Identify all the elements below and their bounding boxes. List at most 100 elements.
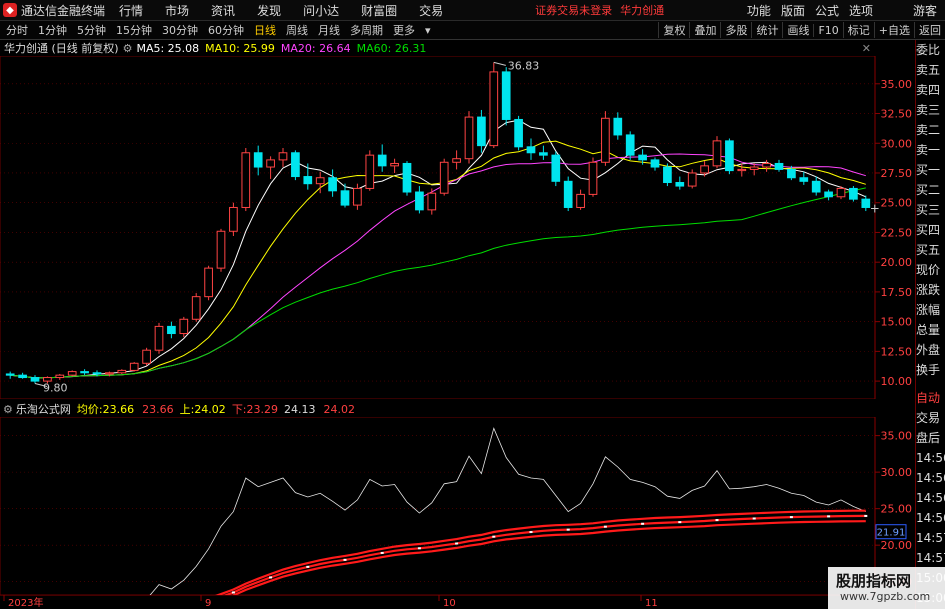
tab-more[interactable]: 更多 <box>393 22 415 38</box>
settings-gear-icon[interactable]: ⚙ <box>123 42 133 55</box>
candle[interactable] <box>613 112 623 140</box>
candle[interactable] <box>774 159 784 172</box>
candle[interactable] <box>650 157 660 171</box>
back-button[interactable]: 返回 <box>914 22 945 38</box>
tab-1min[interactable]: 1分钟 <box>38 22 67 38</box>
mark-button[interactable]: 标记 <box>842 22 874 38</box>
candle[interactable] <box>712 136 722 169</box>
candle[interactable] <box>675 176 685 190</box>
candle[interactable] <box>216 228 226 272</box>
candle[interactable] <box>501 67 511 126</box>
menu-item-options[interactable]: 选项 <box>849 2 873 19</box>
indicator-chart[interactable]: 15.0020.0025.0030.0035.00 21.91 <box>0 417 915 595</box>
candle[interactable] <box>80 369 89 376</box>
candle[interactable] <box>365 150 375 191</box>
candle[interactable] <box>687 169 697 189</box>
candle[interactable] <box>377 144 387 172</box>
candle[interactable] <box>737 163 747 177</box>
candle[interactable] <box>749 163 759 176</box>
tab-multi-period[interactable]: 多周期 <box>350 22 383 38</box>
candle[interactable] <box>253 145 263 176</box>
menu-item-market[interactable]: 市场 <box>165 2 189 19</box>
adjust-button[interactable]: 复权 <box>658 22 689 38</box>
candle[interactable] <box>191 293 201 322</box>
candle[interactable] <box>526 138 536 160</box>
candle[interactable] <box>625 131 635 160</box>
menu-item-news[interactable]: 资讯 <box>211 2 235 19</box>
tab-weekly[interactable]: 周线 <box>286 22 308 38</box>
candlestick-chart[interactable]: 10.00 12.50 15.00 17.50 20.00 22.50 25.00 27.50… <box>0 56 915 399</box>
candle[interactable] <box>539 145 548 160</box>
candle[interactable] <box>762 159 771 172</box>
tab-30min[interactable]: 30分钟 <box>162 22 198 38</box>
tab-60min[interactable]: 60分钟 <box>208 22 244 38</box>
add-watchlist-button[interactable]: +自选 <box>873 22 914 38</box>
tab-monthly[interactable]: 月线 <box>318 22 340 38</box>
candle[interactable] <box>725 138 734 175</box>
f10-button[interactable]: F10 <box>813 23 842 37</box>
candle[interactable] <box>663 163 672 187</box>
candle[interactable] <box>402 161 412 196</box>
multi-stock-button[interactable]: 多股 <box>720 22 751 38</box>
candle[interactable] <box>303 163 313 190</box>
menu-item-formula[interactable]: 公式 <box>815 2 839 19</box>
candle[interactable] <box>563 176 573 212</box>
candle[interactable] <box>30 375 40 384</box>
candle[interactable] <box>601 111 610 166</box>
tab-15min[interactable]: 15分钟 <box>116 22 152 38</box>
candle[interactable] <box>117 369 127 374</box>
candle[interactable] <box>799 171 809 185</box>
candle[interactable] <box>452 150 461 170</box>
candle[interactable] <box>588 157 598 197</box>
candle[interactable] <box>241 148 251 212</box>
menu-item-function[interactable]: 功能 <box>747 2 771 19</box>
candle[interactable] <box>836 186 846 200</box>
statistics-button[interactable]: 统计 <box>751 22 782 38</box>
candle[interactable] <box>291 150 300 181</box>
menu-item-wealth[interactable]: 财富圈 <box>361 2 397 19</box>
settings-gear-icon[interactable]: ⚙ <box>3 403 13 416</box>
candle[interactable] <box>415 186 424 214</box>
tab-daily[interactable]: 日线 <box>254 22 276 38</box>
tab-5min[interactable]: 5分钟 <box>77 22 106 38</box>
candle[interactable] <box>489 62 499 149</box>
candle[interactable] <box>439 158 449 196</box>
candle[interactable] <box>67 370 77 377</box>
menu-item-quotes[interactable]: 行情 <box>119 2 143 19</box>
menu-item-layout[interactable]: 版面 <box>781 2 805 19</box>
menu-item-trade[interactable]: 交易 <box>419 2 443 19</box>
candle[interactable] <box>427 188 437 215</box>
candle[interactable] <box>811 176 821 196</box>
menu-item-ask[interactable]: 问小达 <box>303 2 339 19</box>
candle[interactable] <box>167 321 176 339</box>
candle[interactable] <box>514 115 523 151</box>
candle[interactable] <box>204 265 213 301</box>
candle[interactable] <box>142 347 151 366</box>
candle[interactable] <box>55 373 65 380</box>
candle[interactable] <box>129 362 139 372</box>
chevron-down-icon[interactable]: ▾ <box>425 24 431 37</box>
candle[interactable] <box>551 151 561 187</box>
candle[interactable] <box>154 322 164 354</box>
close-icon[interactable]: ✕ <box>862 42 871 55</box>
candle[interactable] <box>328 169 337 197</box>
candle[interactable] <box>278 148 288 168</box>
candle[interactable] <box>861 195 871 212</box>
candle[interactable] <box>390 158 399 173</box>
candle[interactable] <box>824 189 833 201</box>
candle[interactable] <box>5 371 15 379</box>
candle[interactable] <box>18 372 27 379</box>
candle[interactable] <box>179 316 189 338</box>
guest-label[interactable]: 游客 <box>913 2 937 19</box>
menu-item-discover[interactable]: 发现 <box>257 2 281 19</box>
candle[interactable] <box>464 111 474 164</box>
candle[interactable] <box>229 202 238 237</box>
draw-line-button[interactable]: 画线 <box>782 22 813 38</box>
overlay-button[interactable]: 叠加 <box>689 22 720 38</box>
tab-timeshare[interactable]: 分时 <box>6 22 28 38</box>
login-warning[interactable]: 证券交易未登录 <box>535 2 612 18</box>
candle[interactable] <box>849 186 858 202</box>
candle[interactable] <box>477 109 486 153</box>
candle[interactable] <box>266 156 275 179</box>
candle[interactable] <box>576 189 585 210</box>
